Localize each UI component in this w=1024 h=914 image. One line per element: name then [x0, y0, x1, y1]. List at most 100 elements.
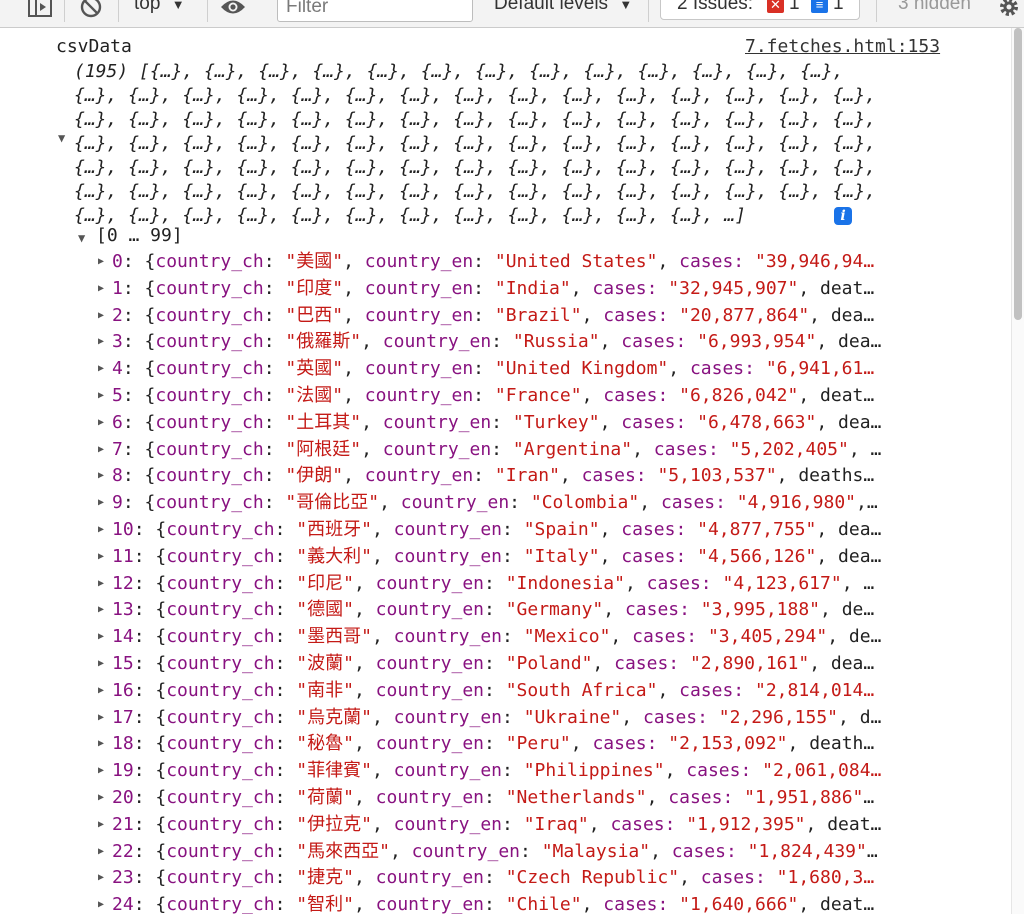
expand-triangle-icon[interactable]: ▶ — [98, 336, 104, 347]
expand-triangle-icon[interactable]: ▶ — [98, 390, 104, 401]
expand-triangle-icon[interactable]: ▶ — [98, 899, 104, 910]
tail-value: "1,640,666" — [679, 894, 799, 914]
tail-value: "6,941,61… — [765, 358, 875, 380]
syntax-token: country_ch — [166, 599, 275, 621]
tail-key: cases: — [689, 358, 766, 380]
tail-key: cases: — [621, 411, 698, 433]
expand-triangle-icon[interactable]: ▼ — [78, 231, 85, 245]
list-item[interactable]: 7: {country_ch: "阿根廷", country_en: "Arge… — [112, 438, 972, 462]
syntax-token: " — [559, 277, 571, 299]
expand-triangle-icon[interactable]: ▶ — [98, 497, 104, 508]
sidebar-toggle-icon[interactable] — [27, 0, 53, 20]
tail-value: "6,826,042" — [679, 385, 799, 406]
list-item[interactable]: 24: {country_ch: "智利", country_en: "Chil… — [112, 893, 972, 914]
list-item[interactable]: 3: {country_ch: "俄羅斯", country_en: "Russ… — [112, 330, 972, 354]
list-item[interactable]: 17: {country_ch: "烏克蘭", country_en: "Ukr… — [112, 706, 972, 730]
group-label[interactable]: [0 … 99] — [96, 224, 183, 248]
country-en-value: Poland — [516, 653, 582, 674]
syntax-token: : — [274, 626, 297, 648]
expand-triangle-icon[interactable]: ▶ — [98, 819, 104, 830]
expand-triangle-icon[interactable]: ▶ — [98, 658, 104, 669]
list-item[interactable]: 13: {country_ch: "德國", country_en: "Germ… — [112, 598, 972, 622]
list-item[interactable]: 21: {country_ch: "伊拉克", country_en: "Ira… — [112, 813, 972, 837]
country-ch-value: 俄羅斯 — [296, 331, 351, 353]
list-item[interactable]: 14: {country_ch: "墨西哥", country_en: "Mex… — [112, 625, 972, 649]
syntax-token: country_en — [364, 465, 474, 487]
syntax-token: , — [581, 304, 604, 326]
syntax-token: " — [361, 706, 372, 728]
expand-triangle-icon[interactable]: ▶ — [98, 872, 104, 883]
syntax-token: , — [581, 385, 604, 406]
list-item[interactable]: 22: {country_ch: "馬來西亞", country_en: "Ma… — [112, 840, 972, 864]
list-item[interactable]: 9: {country_ch: "哥倫比亞", country_en: "Col… — [112, 491, 972, 515]
list-item[interactable]: 16: {country_ch: "南非", country_en: "Sout… — [112, 679, 972, 703]
tail-key: cases: — [603, 304, 680, 326]
row-index: 11 — [112, 545, 134, 567]
syntax-token: , — [621, 706, 643, 728]
expand-triangle-icon[interactable]: ▶ — [98, 310, 104, 321]
expand-triangle-icon[interactable]: ▶ — [98, 524, 104, 535]
expand-triangle-icon[interactable]: ▶ — [98, 792, 104, 803]
expand-triangle-icon[interactable]: ▶ — [98, 631, 104, 642]
expand-triangle-icon[interactable]: ▶ — [98, 578, 104, 589]
list-item[interactable]: 6: {country_ch: "土耳其", country_en: "Turk… — [112, 411, 972, 435]
list-item[interactable]: 5: {country_ch: "法國", country_en: "Franc… — [112, 384, 972, 408]
syntax-token: country_en — [375, 733, 485, 755]
expand-triangle-icon[interactable]: ▼ — [58, 131, 65, 145]
expand-triangle-icon[interactable]: ▶ — [98, 846, 104, 857]
list-item[interactable]: 0: {country_ch: "美國", country_en: "Unite… — [112, 250, 972, 274]
gear-icon[interactable] — [996, 0, 1022, 20]
expand-triangle-icon[interactable]: ▶ — [98, 738, 104, 749]
scrollbar-thumb[interactable] — [1014, 28, 1022, 320]
syntax-token: " — [285, 465, 297, 487]
list-item[interactable]: 12: {country_ch: "印尼", country_en: "Indo… — [112, 572, 972, 596]
clear-console-icon[interactable] — [78, 0, 104, 20]
list-item[interactable]: 18: {country_ch: "秘魯", country_en: "Peru… — [112, 732, 972, 756]
syntax-token: country_ch — [155, 438, 264, 460]
syntax-token: : — [263, 277, 286, 299]
list-item[interactable]: 4: {country_ch: "英國", country_en: "Unite… — [112, 357, 972, 381]
message-count: 1 — [833, 0, 844, 14]
expand-triangle-icon[interactable]: ▶ — [98, 712, 104, 723]
syntax-token: : — [509, 492, 531, 514]
tail-key: cases: — [632, 626, 708, 648]
context-selector[interactable]: top ▼ — [134, 0, 185, 15]
syntax-token: country_en — [400, 492, 510, 514]
log-variable-name: csvData — [56, 36, 132, 57]
filter-input[interactable] — [277, 0, 473, 22]
syntax-token: : — [274, 519, 297, 540]
list-item[interactable]: 8: {country_ch: "伊朗", country_en: "Iran"… — [112, 464, 972, 488]
expand-triangle-icon[interactable]: ▶ — [98, 470, 104, 481]
eye-icon[interactable] — [220, 0, 246, 20]
list-item[interactable]: 10: {country_ch: "西班牙", country_en: "Spa… — [112, 518, 972, 542]
expand-triangle-icon[interactable]: ▶ — [98, 551, 104, 562]
expand-triangle-icon[interactable]: ▶ — [98, 283, 104, 294]
list-item[interactable]: 19: {country_ch: "菲律賓", country_en: "Phi… — [112, 759, 972, 783]
country-ch-value: 墨西哥 — [307, 626, 362, 648]
list-item[interactable]: 1: {country_ch: "印度", country_en: "India… — [112, 277, 972, 301]
row-index: 21 — [112, 813, 134, 835]
issues-button[interactable]: 2 Issues: ✕ 1 ≡ 1 — [660, 0, 860, 20]
syntax-token: , — [353, 653, 376, 674]
expand-triangle-icon[interactable]: ▶ — [98, 444, 104, 455]
source-link[interactable]: 7.fetches.html:153 — [745, 36, 940, 57]
expand-triangle-icon[interactable]: ▶ — [98, 256, 104, 267]
expand-triangle-icon[interactable]: ▶ — [98, 363, 104, 374]
syntax-token: " — [296, 519, 308, 540]
expand-triangle-icon[interactable]: ▶ — [98, 417, 104, 428]
tail-rest: , death… — [787, 733, 875, 755]
syntax-token: country_ch — [155, 304, 264, 326]
expand-triangle-icon[interactable]: ▶ — [98, 685, 104, 696]
country-en-value: Spain — [534, 519, 589, 540]
list-item[interactable]: 15: {country_ch: "波蘭", country_en: "Pola… — [112, 652, 972, 676]
log-levels-dropdown[interactable]: Default levels ▼ — [494, 0, 632, 15]
info-icon[interactable]: i — [834, 207, 852, 225]
list-item[interactable]: 23: {country_ch: "捷克", country_en: "Czec… — [112, 866, 972, 890]
syntax-token: " — [296, 840, 308, 862]
expand-triangle-icon[interactable]: ▶ — [98, 765, 104, 776]
list-item[interactable]: 20: {country_ch: "荷蘭", country_en: "Neth… — [112, 786, 972, 810]
list-item[interactable]: 2: {country_ch: "巴西", country_en: "Brazi… — [112, 304, 972, 328]
syntax-token: " — [296, 679, 308, 701]
expand-triangle-icon[interactable]: ▶ — [98, 604, 104, 615]
list-item[interactable]: 11: {country_ch: "義大利", country_en: "Ita… — [112, 545, 972, 569]
